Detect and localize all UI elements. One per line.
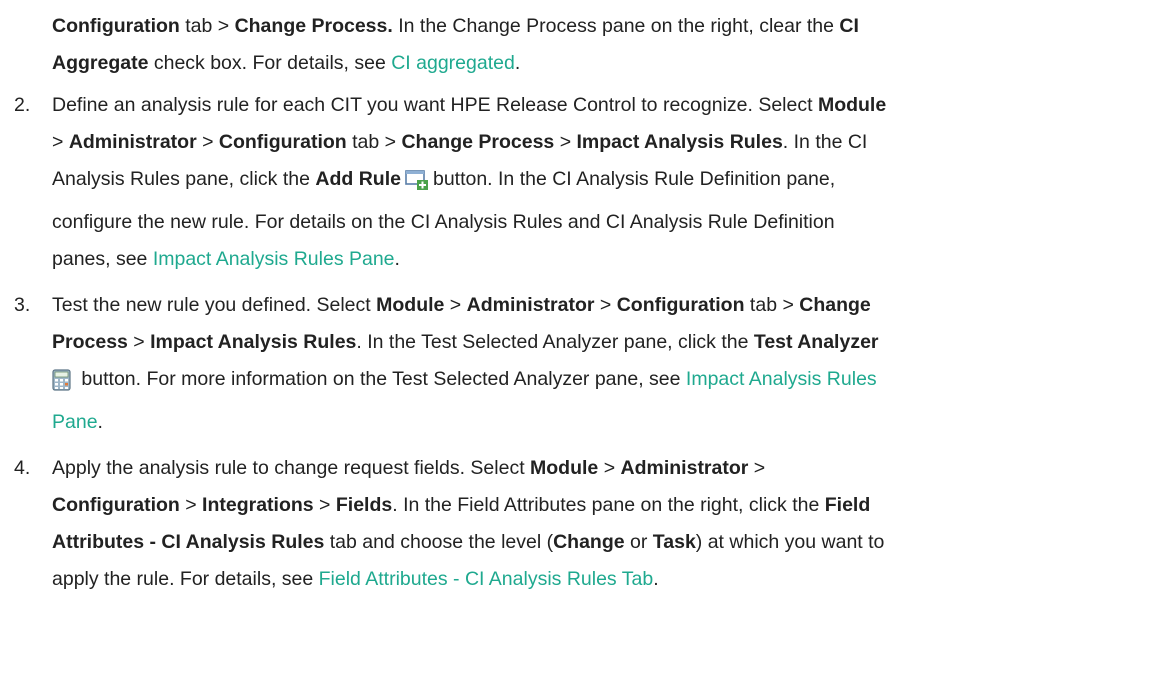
step-4-line-3: Attributes - CI Analysis Rules tab and c… — [52, 524, 1152, 561]
text: tab > — [346, 131, 402, 153]
text: . — [97, 411, 103, 433]
step-number: 3. — [14, 294, 31, 316]
text: . — [514, 52, 521, 74]
text: button. In the CI Analysis Rule Definiti… — [432, 168, 836, 190]
text: . — [653, 568, 659, 590]
bold-process: Process — [52, 331, 128, 353]
bold-change: Change — [799, 294, 871, 316]
text: ) at which you want to — [695, 531, 885, 553]
text: check box. For details, see — [148, 52, 392, 74]
step-1-line-2: Aggregate check box. For details, see CI… — [52, 45, 1152, 82]
step-number: 4. — [14, 457, 31, 479]
text: tab and choose the level ( — [324, 531, 554, 553]
text: tab > — [179, 15, 235, 37]
text: Define an analysis rule for each CIT you… — [52, 94, 818, 116]
text: > — [598, 457, 621, 479]
bold-configuration: Configuration — [52, 494, 180, 516]
step-1-continuation: Configuration tab > Change Process. In t… — [52, 8, 1152, 82]
bold-module: Module — [530, 457, 599, 479]
link-impact-analysis-rules-pane-2[interactable]: Pane — [52, 411, 98, 433]
bold-change-process: Change Process — [401, 131, 555, 153]
bold-attributes-ci-analysis-rules: Attributes - CI Analysis Rules — [52, 531, 325, 553]
bold-aggregate: Aggregate — [52, 52, 149, 74]
bold-module: Module — [376, 294, 445, 316]
bold-configuration: Configuration — [616, 294, 745, 316]
step-4-line-2: Configuration > Integrations > Fields. I… — [52, 487, 1152, 524]
bold-change-process: Change Process. — [234, 15, 393, 37]
step-3-line-2: Process > Impact Analysis Rules. In the … — [52, 324, 1152, 361]
bold-impact-analysis-rules: Impact Analysis Rules — [576, 131, 783, 153]
test-analyzer-icon — [52, 367, 72, 404]
text: apply the rule. For details, see — [52, 568, 319, 590]
bold-integrations: Integrations — [202, 494, 314, 516]
link-field-attributes-ci-analysis-rules-tab[interactable]: Field Attributes - CI Analysis Rules Tab — [319, 568, 654, 590]
text: > — [52, 131, 69, 153]
text: . In the Field Attributes pane on the ri… — [392, 494, 825, 516]
bold-task: Task — [652, 531, 696, 553]
bold-administrator: Administrator — [466, 294, 595, 316]
text: Test the new rule you defined. Select — [52, 294, 377, 316]
text: > — [444, 294, 467, 316]
text: or — [624, 531, 653, 553]
bold-ci: CI — [839, 15, 859, 37]
step-2-line-3: Analysis Rules pane, click the Add Rule … — [52, 161, 1152, 204]
text: . In the CI — [782, 131, 868, 153]
bold-module: Module — [817, 94, 887, 116]
bold-field: Field — [824, 494, 871, 516]
step-2-line-1: Define an analysis rule for each CIT you… — [52, 87, 1152, 124]
add-rule-icon — [405, 167, 429, 204]
text: Analysis Rules pane, click the — [52, 168, 316, 190]
bold-test-analyzer: Test Analyzer — [753, 331, 879, 353]
step-number: 2. — [14, 94, 31, 116]
step-2-line-2: > Administrator > Configuration tab > Ch… — [52, 124, 1152, 161]
text: > — [594, 294, 617, 316]
bold-add-rule: Add Rule — [315, 168, 401, 190]
bold-fields: Fields — [335, 494, 393, 516]
text: > — [196, 131, 219, 153]
step-3-line-3: button. For more information on the Test… — [52, 361, 1152, 404]
step-4-line-1: Apply the analysis rule to change reques… — [52, 450, 1152, 487]
text: Apply the analysis rule to change reques… — [52, 457, 531, 479]
link-impact-analysis-rules-pane-1[interactable]: Impact Analysis Rules — [686, 368, 877, 390]
text: . — [394, 248, 400, 270]
text: > — [554, 131, 577, 153]
step-3-line-1: Test the new rule you defined. Select Mo… — [52, 287, 1152, 324]
bold-change: Change — [553, 531, 625, 553]
bold-administrator: Administrator — [620, 457, 749, 479]
bold-administrator: Administrator — [68, 131, 197, 153]
text: > — [313, 494, 336, 516]
text: > — [179, 494, 203, 516]
link-impact-analysis-rules-pane[interactable]: Impact Analysis Rules Pane — [153, 248, 395, 270]
step-2-line-5: panes, see Impact Analysis Rules Pane. — [52, 241, 1152, 278]
step-3: 3. Test the new rule you defined. Select… — [14, 287, 1152, 441]
text: . In the Test Selected Analyzer pane, cl… — [356, 331, 754, 353]
step-4: 4. Apply the analysis rule to change req… — [14, 450, 1152, 598]
text: tab > — [744, 294, 800, 316]
text: > — [127, 331, 151, 353]
document-page: Configuration tab > Change Process. In t… — [0, 0, 1168, 686]
text: button. For more information on the Test… — [76, 368, 686, 390]
step-2-line-4: configure the new rule. For details on t… — [52, 204, 1152, 241]
bold-configuration: Configuration — [218, 131, 347, 153]
step-3-line-4: Pane. — [52, 404, 1152, 441]
step-1-line-1: Configuration tab > Change Process. In t… — [52, 8, 1152, 45]
text: In the Change Process pane on the right,… — [392, 15, 840, 37]
link-ci-aggregated[interactable]: CI aggregated — [391, 52, 515, 74]
text: > — [748, 457, 766, 479]
step-4-line-4: apply the rule. For details, see Field A… — [52, 561, 1152, 598]
step-2: 2. Define an analysis rule for each CIT … — [14, 87, 1152, 278]
bold-impact-analysis-rules: Impact Analysis Rules — [150, 331, 357, 353]
text: configure the new rule. For details on t… — [52, 211, 835, 233]
text: panes, see — [52, 248, 153, 270]
bold-configuration: Configuration — [52, 15, 180, 37]
